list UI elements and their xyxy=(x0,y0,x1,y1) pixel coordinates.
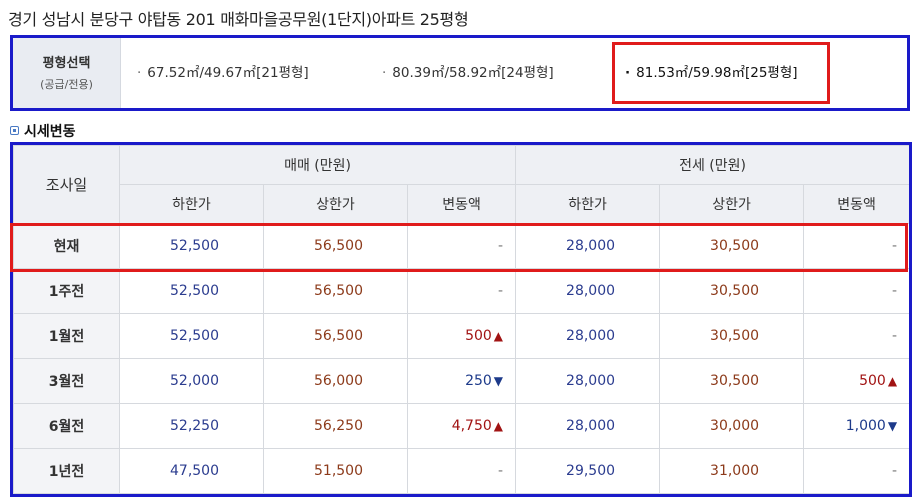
price-table-body: 현재 52,500 56,500-28,000 30,500-1주전 52,500 56,… xyxy=(13,223,909,494)
rent-change-value: - xyxy=(892,463,898,479)
page-title: 경기 성남시 분당구 야탑동 201 매화마을공무원(1단지)아파트 25평형 xyxy=(8,10,469,29)
sale-change-value: 500 xyxy=(465,328,492,344)
table-row: 현재 52,500 56,500-28,000 30,500- xyxy=(13,223,909,269)
up-arrow-icon: ▲ xyxy=(493,419,504,433)
sale-change-cell: 4,750 ▲ xyxy=(406,403,517,449)
sale-low-cell: 52,500 xyxy=(119,313,264,359)
size-option-24[interactable]: · 80.39㎡/58.92㎡[24평형] xyxy=(382,38,554,108)
header-rent-low: 하한가 xyxy=(515,184,661,224)
size-option-label: 80.39㎡/58.92㎡[24평형] xyxy=(392,65,554,81)
rent-change-cell: 500 ▲ xyxy=(803,358,909,404)
bullet-icon: · xyxy=(382,65,387,81)
row-date: 3월전 xyxy=(13,358,120,404)
rent-high-cell: 30,500 xyxy=(659,223,805,269)
price-table-frame: 조사일 매매 (만원) 전세 (만원) 하한가 상한가 변동액 하한가 상한가 … xyxy=(10,142,912,497)
sale-change-cell: 250 ▼ xyxy=(406,358,517,404)
sale-high-cell: 51,500 xyxy=(263,448,408,494)
row-date: 1년전 xyxy=(13,448,120,494)
sale-high-cell: 56,000 xyxy=(263,358,408,404)
rent-high-cell: 30,500 xyxy=(659,358,805,404)
rent-change-value: 1,000 xyxy=(845,418,886,434)
row-date: 6월전 xyxy=(13,403,120,449)
sale-change-cell: - xyxy=(406,268,517,314)
row-date: 1주전 xyxy=(13,268,120,314)
bullet-icon: · xyxy=(137,65,142,81)
table-row: 3월전 52,000 56,000 250 ▼ 28,000 30,500 500 ▲ xyxy=(13,358,909,404)
header-rent-group: 전세 (만원) xyxy=(515,145,909,185)
sale-low-cell: 47,500 xyxy=(119,448,264,494)
size-option-21[interactable]: · 67.52㎡/49.67㎡[21평형] xyxy=(137,38,309,108)
rent-low-cell: 29,500 xyxy=(515,448,661,494)
rent-low-cell: 28,000 xyxy=(515,313,661,359)
rent-change-value: - xyxy=(892,328,898,344)
section-title: 시세변동 xyxy=(10,121,76,141)
rent-change-cell: 1,000 ▼ xyxy=(803,403,909,449)
size-selector-label: 평형선택 (공급/전용) xyxy=(13,38,121,108)
rent-change-value: - xyxy=(892,238,898,254)
rent-low-cell: 28,000 xyxy=(515,358,661,404)
header-sale-group: 매매 (만원) xyxy=(118,145,517,185)
size-selector-subtitle: (공급/전용) xyxy=(40,78,93,91)
down-arrow-icon: ▼ xyxy=(493,374,504,388)
section-title-text: 시세변동 xyxy=(24,124,76,140)
sale-change-cell: - xyxy=(406,223,517,269)
sale-low-cell: 52,000 xyxy=(119,358,264,404)
sale-change-value: 4,750 xyxy=(451,418,492,434)
bullet-icon: · xyxy=(625,65,631,81)
header-rent-change: 변동액 xyxy=(803,184,909,224)
rent-change-value: 500 xyxy=(859,373,886,389)
size-option-25[interactable]: · 81.53㎡/59.98㎡[25평형] xyxy=(625,38,798,108)
up-arrow-icon: ▲ xyxy=(493,329,504,343)
table-row: 1주전 52,500 56,500-28,000 30,500- xyxy=(13,268,909,314)
rent-high-cell: 30,000 xyxy=(659,403,805,449)
header-sale-high: 상한가 xyxy=(263,184,408,224)
sale-low-cell: 52,250 xyxy=(119,403,264,449)
sale-change-value: 250 xyxy=(465,373,492,389)
size-selector: 평형선택 (공급/전용) · 67.52㎡/49.67㎡[21평형] · 80.39… xyxy=(10,35,910,111)
sale-high-cell: 56,500 xyxy=(263,223,408,269)
size-option-label: 81.53㎡/59.98㎡[25평형] xyxy=(636,65,798,81)
rent-high-cell: 30,500 xyxy=(659,313,805,359)
rent-low-cell: 28,000 xyxy=(515,268,661,314)
sale-change-cell: - xyxy=(406,448,517,494)
rent-change-cell: - xyxy=(803,268,909,314)
header-sale-change: 변동액 xyxy=(406,184,517,224)
price-table: 조사일 매매 (만원) 전세 (만원) 하한가 상한가 변동액 하한가 상한가 … xyxy=(13,145,909,494)
sale-change-value: - xyxy=(497,283,504,299)
sale-high-cell: 56,500 xyxy=(263,313,408,359)
size-option-label: 67.52㎡/49.67㎡[21평형] xyxy=(147,65,309,81)
sale-low-cell: 52,500 xyxy=(119,268,264,314)
header-rent-high: 상한가 xyxy=(659,184,805,224)
sale-change-cell: 500 ▲ xyxy=(406,313,517,359)
header-date: 조사일 xyxy=(13,145,120,224)
up-arrow-icon: ▲ xyxy=(887,374,898,388)
row-date: 1월전 xyxy=(13,313,120,359)
sale-high-cell: 56,250 xyxy=(263,403,408,449)
rent-change-cell: - xyxy=(803,448,909,494)
section-bullet-icon xyxy=(10,126,19,135)
rent-high-cell: 31,000 xyxy=(659,448,805,494)
sale-low-cell: 52,500 xyxy=(119,223,264,269)
rent-change-cell: - xyxy=(803,223,909,269)
rent-low-cell: 28,000 xyxy=(515,403,661,449)
table-row: 1월전 52,500 56,500 500 ▲ 28,000 30,500- xyxy=(13,313,909,359)
rent-high-cell: 30,500 xyxy=(659,268,805,314)
table-row: 1년전 47,500 51,500-29,500 31,000- xyxy=(13,448,909,494)
row-date: 현재 xyxy=(13,223,120,269)
rent-change-cell: - xyxy=(803,313,909,359)
sale-change-value: - xyxy=(497,463,504,479)
header-sale-low: 하한가 xyxy=(119,184,264,224)
down-arrow-icon: ▼ xyxy=(887,419,898,433)
size-selector-title: 평형선택 xyxy=(42,56,91,71)
sale-high-cell: 56,500 xyxy=(263,268,408,314)
table-row: 6월전 52,250 56,250 4,750 ▲ 28,000 30,000 1,000 ▼ xyxy=(13,403,909,449)
rent-low-cell: 28,000 xyxy=(515,223,661,269)
sale-change-value: - xyxy=(497,238,504,254)
rent-change-value: - xyxy=(892,283,898,299)
